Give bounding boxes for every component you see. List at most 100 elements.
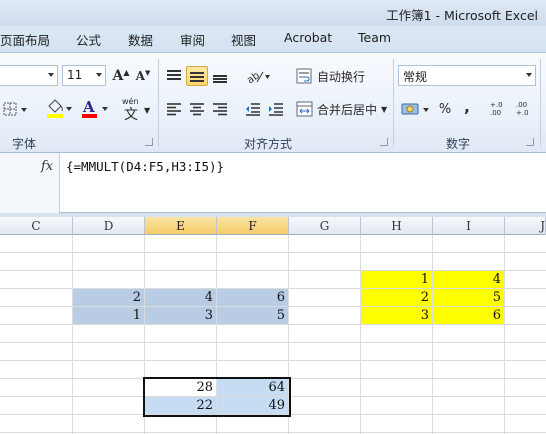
- increase-decimal-icon: +.0 .00: [490, 101, 503, 117]
- chevron-down-icon: [96, 73, 102, 77]
- selection-border: [143, 377, 291, 417]
- tab-review[interactable]: 审阅: [180, 30, 205, 49]
- align-top-button[interactable]: [164, 66, 184, 86]
- grid-line: [72, 235, 73, 434]
- grow-font-button[interactable]: A ▲: [112, 66, 130, 86]
- grid-line: [504, 235, 505, 434]
- align-bottom-button[interactable]: [210, 66, 230, 86]
- align-center-button[interactable]: [187, 99, 207, 119]
- accounting-format-button[interactable]: [400, 99, 434, 119]
- group-divider: [158, 59, 159, 147]
- alignment-group-label: 对齐方式: [244, 137, 293, 151]
- title-bar: 工作簿1 - Microsoft Excel: [0, 0, 546, 26]
- increase-indent-button[interactable]: [266, 99, 286, 119]
- align-middle-button[interactable]: [186, 66, 208, 86]
- align-bottom-icon: [213, 75, 227, 83]
- grid-line: [0, 342, 546, 343]
- column-header-j[interactable]: J: [505, 217, 546, 235]
- align-right-button[interactable]: [210, 99, 230, 119]
- tab-data[interactable]: 数据: [128, 30, 153, 49]
- percent-button[interactable]: %: [436, 99, 454, 119]
- wrap-text-icon: [296, 68, 312, 84]
- merge-center-button[interactable]: 合并后居中 ▼: [296, 99, 392, 119]
- tab-acrobat[interactable]: Acrobat: [284, 30, 332, 45]
- merge-center-icon: [296, 101, 313, 117]
- decrease-indent-button[interactable]: [243, 99, 263, 119]
- chevron-down-icon: [526, 73, 532, 77]
- cell-h4[interactable]: 2: [361, 289, 433, 307]
- font-group-label: 字体: [12, 137, 37, 151]
- cell-h5[interactable]: 3: [361, 307, 433, 325]
- align-left-button[interactable]: [164, 99, 184, 119]
- cell-i5[interactable]: 6: [433, 307, 505, 325]
- decrease-indent-icon: [246, 103, 260, 116]
- grow-font-icon: A: [112, 68, 124, 84]
- increase-decimal-button[interactable]: +.0 .00: [490, 99, 512, 119]
- cell-f4[interactable]: 6: [217, 289, 289, 307]
- orientation-button[interactable]: ab: [244, 66, 272, 86]
- shrink-font-button[interactable]: A ▼: [134, 66, 152, 86]
- cell-h3[interactable]: 1: [361, 271, 433, 289]
- tab-page-layout[interactable]: 页面布局: [0, 30, 50, 49]
- chevron-down-icon: ▼: [144, 106, 151, 115]
- svg-text:ab: ab: [245, 70, 262, 84]
- alignment-dialog-launcher-icon[interactable]: [380, 138, 388, 146]
- currency-icon: [401, 103, 429, 115]
- tab-view[interactable]: 视图: [231, 30, 256, 49]
- decrease-decimal-button[interactable]: .00 +.0: [516, 99, 538, 119]
- column-header-g[interactable]: G: [289, 217, 361, 235]
- wrap-text-button[interactable]: 自动换行: [296, 66, 374, 86]
- cell-f5[interactable]: 5: [217, 307, 289, 325]
- column-header-i[interactable]: I: [433, 217, 505, 235]
- formula-input[interactable]: {=MMULT(D4:F5,H3:I5)}: [66, 159, 224, 174]
- ribbon-tabs: 页面布局 公式 数据 审阅 视图 Acrobat Team: [0, 26, 546, 52]
- column-header-c[interactable]: C: [0, 217, 73, 235]
- merge-center-label: 合并后居中: [317, 102, 378, 117]
- insert-function-icon[interactable]: fx: [41, 159, 53, 174]
- cell-e5[interactable]: 3: [145, 307, 217, 325]
- align-center-icon: [190, 103, 204, 116]
- align-middle-icon: [190, 72, 204, 82]
- formula-bar: fx {=MMULT(D4:F5,H3:I5)}: [0, 153, 546, 213]
- paint-bucket-icon: [47, 99, 72, 118]
- grid-line: [432, 235, 433, 434]
- number-format-value: 常规: [403, 70, 428, 84]
- comma-style-button[interactable]: ,: [460, 97, 474, 117]
- column-header-f[interactable]: F: [217, 217, 289, 235]
- formula-bar-left-area: fx: [0, 153, 60, 213]
- worksheet-grid[interactable]: C D E F G H I J 2 4 6 1 3 5 1 4 2 5 3 6 …: [0, 217, 546, 434]
- column-header-e[interactable]: E: [145, 217, 217, 235]
- column-header-h[interactable]: H: [361, 217, 433, 235]
- tab-formulas[interactable]: 公式: [76, 30, 101, 49]
- borders-button[interactable]: [2, 99, 30, 119]
- column-header-d[interactable]: D: [73, 217, 145, 235]
- number-format-combo[interactable]: 常规: [398, 65, 536, 86]
- font-size-combo[interactable]: 11: [62, 65, 106, 86]
- font-name-combo[interactable]: [0, 65, 58, 86]
- ribbon: 11 A ▲ A ▼ A wén 文 ▼ 字体 ab 自动换行 合并后居中 ▼ …: [0, 52, 546, 153]
- number-dialog-launcher-icon[interactable]: [526, 138, 534, 146]
- cell-d5[interactable]: 1: [73, 307, 145, 325]
- chevron-down-icon: ▼: [381, 104, 388, 114]
- cell-i3[interactable]: 4: [433, 271, 505, 289]
- group-divider: [393, 59, 394, 147]
- fill-color-button[interactable]: [44, 97, 74, 121]
- window-title: 工作簿1 - Microsoft Excel: [386, 8, 538, 23]
- font-dialog-launcher-icon[interactable]: [145, 138, 153, 146]
- align-right-icon: [213, 103, 227, 116]
- cell-d4[interactable]: 2: [73, 289, 145, 307]
- align-left-icon: [167, 103, 181, 116]
- grid-line: [0, 432, 546, 433]
- svg-text:A: A: [82, 98, 95, 116]
- font-size-value: 11: [67, 68, 83, 82]
- phonetic-button[interactable]: wén 文 ▼: [118, 97, 154, 123]
- font-color-button[interactable]: A: [80, 97, 110, 121]
- cell-i4[interactable]: 5: [433, 289, 505, 307]
- cell-e4[interactable]: 4: [145, 289, 217, 307]
- chevron-down-icon: [48, 73, 54, 77]
- group-divider: [540, 59, 541, 147]
- wrap-text-label: 自动换行: [317, 69, 366, 84]
- font-color-icon: A: [82, 98, 108, 118]
- shrink-font-icon: A: [135, 69, 145, 83]
- tab-team[interactable]: Team: [358, 30, 391, 45]
